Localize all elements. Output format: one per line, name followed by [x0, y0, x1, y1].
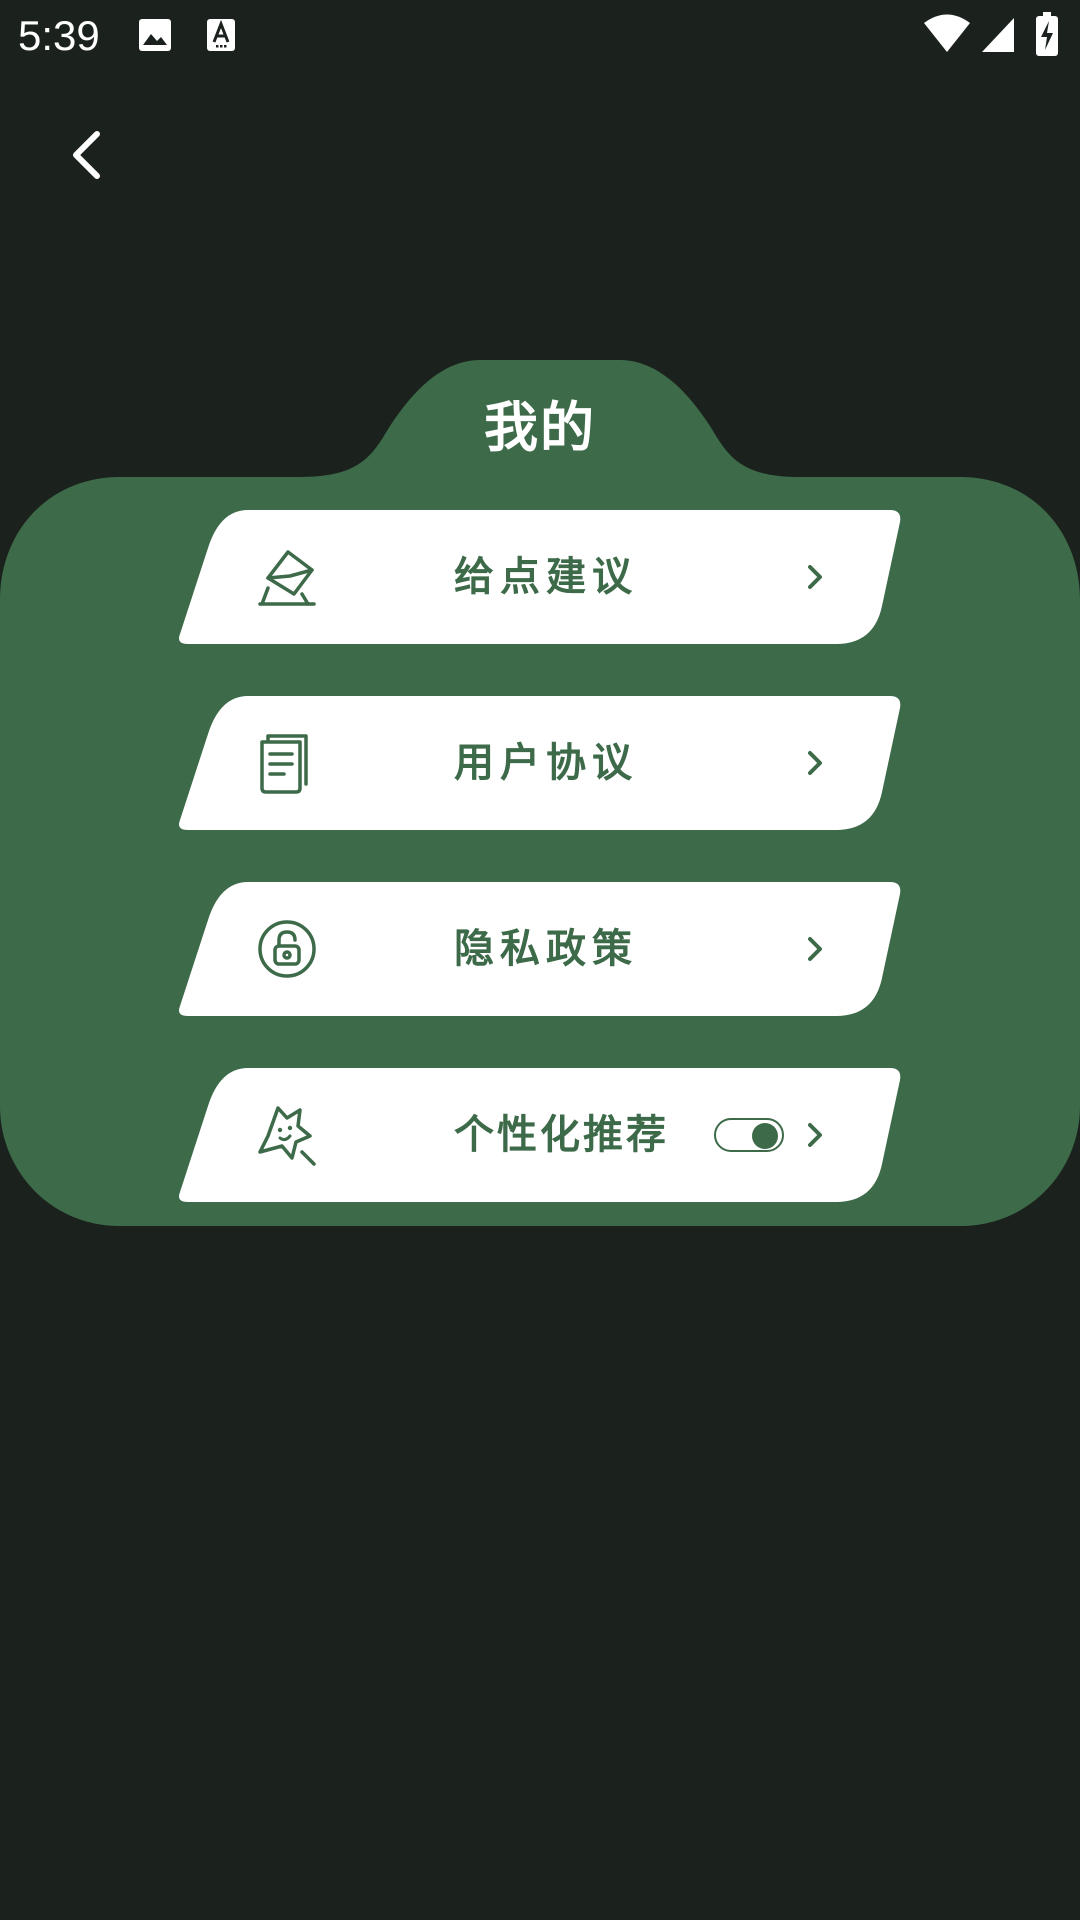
- menu-item-label: 用户协议: [454, 740, 638, 786]
- wifi-icon: [924, 14, 970, 52]
- menu-item-label: 隐私政策: [454, 926, 638, 972]
- feedback-envelope-icon: [258, 550, 316, 606]
- back-button[interactable]: [52, 120, 122, 190]
- page-title: 我的: [484, 396, 596, 459]
- chevron-right-icon: [808, 1123, 822, 1147]
- star-icon: [258, 1106, 316, 1166]
- signal-icon: [982, 18, 1014, 52]
- personalized-recommendation-toggle[interactable]: [714, 1118, 784, 1152]
- menu-item-feedback[interactable]: 给点建议: [178, 510, 902, 644]
- gallery-icon: [139, 19, 171, 51]
- menu-item-user-agreement[interactable]: 用户协议: [178, 696, 902, 830]
- status-time: 5:39: [18, 12, 100, 59]
- status-bar: 5:39: [0, 0, 1080, 72]
- document-icon: [260, 734, 308, 794]
- menu-item-label: 个性化推荐: [454, 1112, 669, 1158]
- menu-item-privacy-policy[interactable]: 隐私政策: [178, 882, 902, 1016]
- menu-item-personalized-recommendation[interactable]: 个性化推荐: [178, 1068, 902, 1202]
- menu-item-label: 给点建议: [454, 554, 638, 600]
- chevron-right-icon: [808, 565, 822, 589]
- chevron-right-icon: [808, 937, 822, 961]
- chevron-right-icon: [808, 751, 822, 775]
- unlock-icon: [258, 920, 316, 978]
- font-icon: [207, 19, 235, 51]
- battery-charging-icon: [1036, 12, 1058, 56]
- toggle-knob: [752, 1123, 778, 1149]
